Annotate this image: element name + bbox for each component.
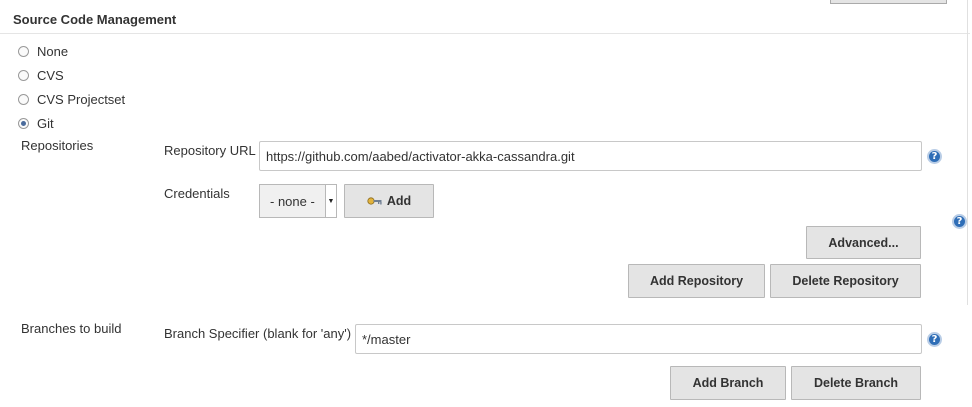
delete-branch-button[interactable]: Delete Branch (791, 366, 921, 400)
branches-label: Branches to build (21, 321, 122, 336)
radio-none[interactable] (18, 45, 29, 57)
radio-label-git: Git (37, 115, 54, 131)
repositories-label: Repositories (21, 138, 94, 153)
top-button-edge[interactable] (830, 0, 947, 4)
add-repository-button[interactable]: Add Repository (628, 264, 765, 298)
branch-specifier-label: Branch Specifier (blank for 'any') (164, 326, 352, 341)
credentials-select[interactable]: - none - ▼ (259, 184, 337, 218)
repository-url-label: Repository URL (164, 143, 256, 158)
radio-label-none: None (37, 43, 69, 59)
scm-option-cvs-projectset[interactable]: CVS Projectset (18, 90, 125, 108)
repository-url-input[interactable] (259, 141, 922, 171)
section-title: Source Code Management (13, 12, 177, 27)
add-branch-button[interactable]: Add Branch (670, 366, 786, 400)
delete-repository-button[interactable]: Delete Repository (770, 264, 921, 298)
radio-cvs[interactable] (18, 69, 29, 81)
panel-right-border (967, 0, 968, 305)
help-icon[interactable]: ? (952, 214, 967, 229)
help-symbol: ? (931, 333, 938, 345)
credentials-label: Credentials (164, 186, 230, 201)
radio-label-cvs-projectset: CVS Projectset (37, 91, 126, 107)
scm-option-git[interactable]: Git (18, 114, 54, 132)
branch-specifier-input[interactable] (355, 324, 922, 354)
radio-label-cvs: CVS (37, 67, 64, 83)
help-icon[interactable]: ? (927, 149, 942, 164)
scm-option-none[interactable]: None (18, 42, 68, 60)
radio-git[interactable] (18, 117, 29, 129)
help-symbol: ? (931, 150, 938, 162)
chevron-down-icon[interactable]: ▼ (325, 185, 336, 217)
credentials-selected-value: - none - (270, 193, 315, 209)
radio-cvs-projectset[interactable] (18, 93, 29, 105)
key-icon (367, 196, 383, 206)
advanced-button[interactable]: Advanced... (806, 226, 921, 259)
scm-option-cvs[interactable]: CVS (18, 66, 64, 84)
help-icon[interactable]: ? (927, 332, 942, 347)
add-credentials-label: Add (386, 194, 412, 208)
add-credentials-button[interactable]: Add (344, 184, 434, 218)
help-symbol: ? (956, 215, 963, 227)
